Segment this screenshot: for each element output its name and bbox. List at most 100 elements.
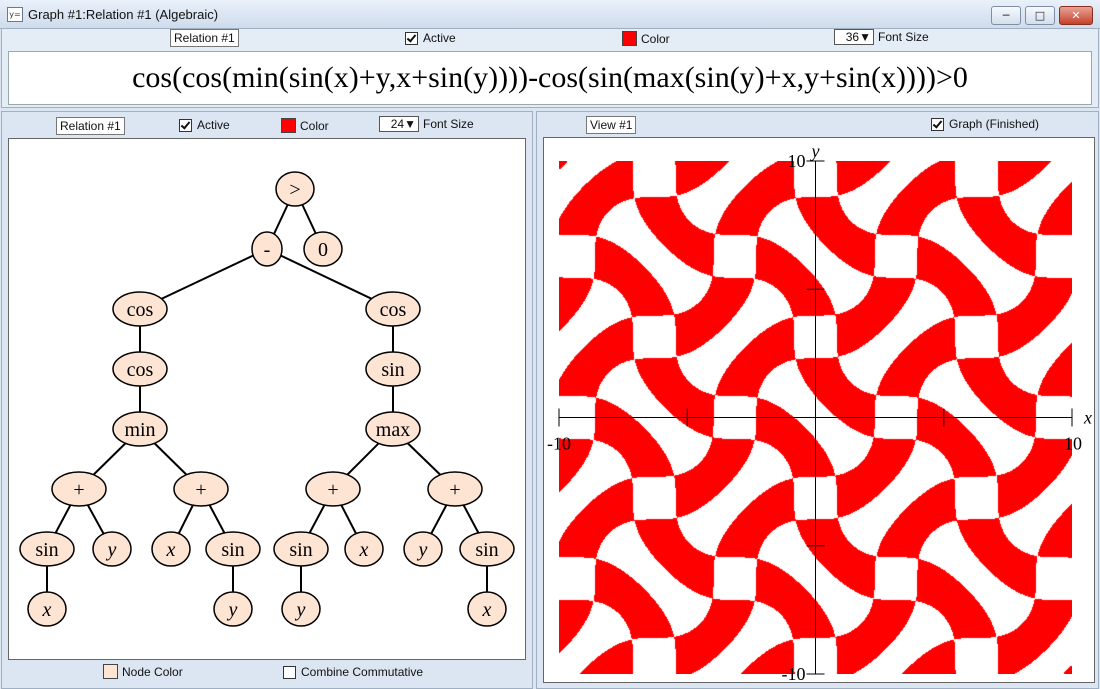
tree-node-label: +: [449, 479, 460, 501]
combine-commutative-toggle[interactable]: Combine Commutative: [283, 665, 423, 679]
tree-font-size-label: Font Size: [423, 117, 474, 131]
tree-node-label: y: [417, 539, 428, 561]
tree-active-checkbox[interactable]: [179, 118, 192, 132]
graph-finished-toggle[interactable]: Graph (Finished): [931, 117, 1039, 131]
font-size-value: 36: [845, 30, 860, 44]
tree-relation-tab-wrap: Relation #1: [56, 117, 125, 135]
tree-node-label: x: [42, 599, 52, 621]
tree-node-sinR[interactable]: sin: [365, 351, 421, 387]
tree-node-label: x: [166, 539, 176, 561]
top-relation-tab-wrap: Relation #1: [170, 29, 239, 47]
tree-node-label: sin: [35, 539, 58, 561]
tree-node-s1[interactable]: sin: [19, 531, 75, 567]
tree-node-x2[interactable]: x: [344, 531, 384, 567]
graph-finished-label: Graph (Finished): [949, 117, 1040, 131]
tree-node-label: sin: [381, 359, 404, 381]
x-max-label: 10: [1064, 434, 1082, 454]
tree-node-label: max: [376, 419, 410, 441]
tree-node-y2[interactable]: y: [403, 531, 443, 567]
tree-node-y1[interactable]: y: [92, 531, 132, 567]
relation-tab[interactable]: Relation #1: [170, 29, 239, 47]
tree-node-label: x: [482, 599, 492, 621]
node-color-label: Node Color: [122, 664, 183, 679]
tree-node-label: -: [264, 239, 271, 261]
node-color-control[interactable]: Node Color: [103, 664, 183, 679]
graph-plot: -10 10 10 -10 x y: [547, 141, 1092, 684]
tree-node-label: sin: [475, 539, 498, 561]
tree-node-label: cos: [380, 299, 407, 321]
maximize-icon[interactable]: □: [1025, 6, 1055, 25]
tree-node-label: >: [289, 179, 300, 201]
graph-canvas[interactable]: -10 10 10 -10 x y: [543, 137, 1095, 684]
color-label: Color: [641, 31, 670, 46]
x-axis-label: x: [1083, 408, 1092, 428]
tree-color-swatch[interactable]: [281, 118, 296, 133]
tree-node-s3[interactable]: sin: [273, 531, 329, 567]
active-checkbox[interactable]: [405, 31, 418, 45]
tree-node-label: y: [227, 599, 238, 621]
tree-canvas[interactable]: > - 0 cos cos cos sin min max + + + + sin y x sin sin x y si…: [8, 138, 526, 660]
tree-node-label: +: [195, 479, 206, 501]
active-label: Active: [423, 31, 456, 45]
tree-node-label: x: [359, 539, 369, 561]
expression-tree: > - 0 cos cos cos sin min max + + + + sin y x sin sin x y si…: [19, 171, 515, 627]
tree-node-zero[interactable]: 0: [303, 231, 343, 267]
tree-node-label: +: [327, 479, 338, 501]
combine-commutative-label: Combine Commutative: [301, 665, 424, 679]
tree-node-label: min: [124, 419, 155, 441]
y-max-label: 10: [788, 151, 806, 171]
tree-node-min[interactable]: min: [112, 411, 168, 447]
tree-node-label: sin: [289, 539, 312, 561]
view-tab-wrap: View #1: [586, 116, 637, 134]
tree-node-label: +: [73, 479, 84, 501]
node-color-swatch[interactable]: [103, 664, 118, 679]
tree-font-size-value: 24: [390, 117, 405, 131]
view-tab[interactable]: View #1: [586, 116, 637, 134]
tree-node-label: y: [295, 599, 306, 621]
title-bar: y= Graph #1:Relation #1 (Algebraic) ─ □ …: [0, 0, 1100, 29]
tree-node-s4[interactable]: sin: [459, 531, 515, 567]
tree-node-label: cos: [127, 299, 154, 321]
top-active-toggle[interactable]: Active: [405, 31, 456, 45]
combine-commutative-checkbox[interactable]: [283, 665, 296, 679]
top-font-size: 36▼ Font Size: [834, 29, 929, 45]
tree-color-label: Color: [300, 118, 329, 133]
graph-finished-checkbox[interactable]: [931, 117, 944, 131]
tree-node-max[interactable]: max: [365, 411, 421, 447]
close-icon[interactable]: ✕: [1059, 6, 1093, 25]
tree-font-size: 24▼ Font Size: [379, 116, 474, 132]
tree-node-gt[interactable]: >: [275, 171, 315, 207]
tree-node-p2[interactable]: +: [173, 471, 229, 507]
tree-node-p3[interactable]: +: [305, 471, 361, 507]
tree-node-p1[interactable]: +: [51, 471, 107, 507]
tree-active-label: Active: [197, 118, 230, 132]
formula-display[interactable]: cos(cos(min(sin(x)+y,x+sin(y))))-cos(sin…: [8, 51, 1092, 105]
font-size-label: Font Size: [878, 30, 929, 44]
window-title: Graph #1:Relation #1 (Algebraic): [28, 7, 219, 22]
minimize-icon[interactable]: ─: [991, 6, 1021, 25]
tree-color-picker[interactable]: Color: [281, 118, 329, 133]
tree-node-label: y: [106, 539, 117, 561]
tree-font-size-select[interactable]: 24▼: [379, 116, 419, 132]
tree-node-minus[interactable]: -: [251, 231, 283, 267]
tree-node-yc[interactable]: y: [281, 591, 321, 627]
tree-node-p4[interactable]: +: [427, 471, 483, 507]
top-color-picker[interactable]: Color: [622, 31, 670, 46]
x-min-label: -10: [547, 434, 571, 454]
tree-node-cosR[interactable]: cos: [365, 291, 421, 327]
y-min-label: -10: [782, 664, 806, 682]
tree-node-xa[interactable]: x: [27, 591, 67, 627]
font-size-select[interactable]: 36▼: [834, 29, 874, 45]
tree-node-x1[interactable]: x: [151, 531, 191, 567]
color-swatch[interactable]: [622, 31, 637, 46]
tree-node-cosL[interactable]: cos: [112, 291, 168, 327]
tree-node-label: cos: [127, 359, 154, 381]
app-icon: y=: [7, 7, 23, 22]
tree-active-toggle[interactable]: Active: [179, 118, 230, 132]
tree-node-yb[interactable]: y: [213, 591, 253, 627]
tree-node-cos2[interactable]: cos: [112, 351, 168, 387]
tree-node-label: sin: [221, 539, 244, 561]
tree-node-s2[interactable]: sin: [205, 531, 261, 567]
tree-relation-tab[interactable]: Relation #1: [56, 117, 125, 135]
tree-node-xd[interactable]: x: [467, 591, 507, 627]
